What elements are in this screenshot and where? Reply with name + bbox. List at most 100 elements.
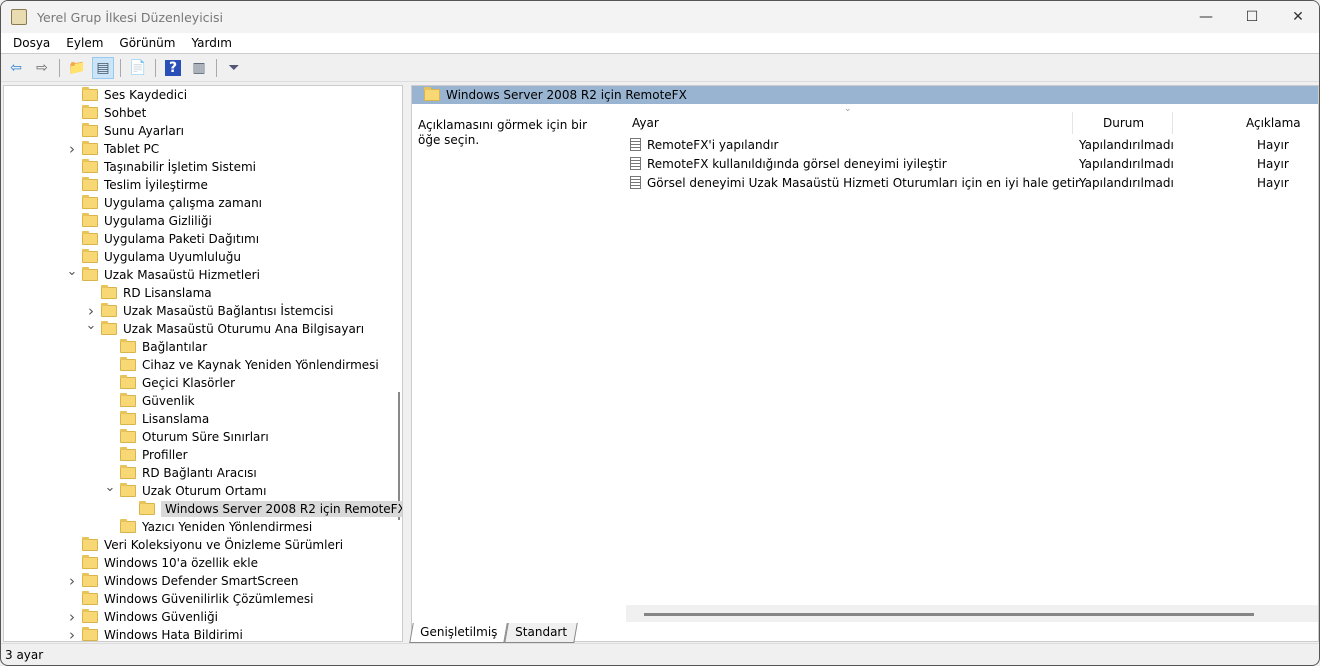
- show-hide-tree-button[interactable]: ▤: [92, 56, 114, 79]
- folder-icon: [82, 231, 98, 245]
- tree-item[interactable]: › Windows Güvenliği: [69, 608, 218, 626]
- tree-item[interactable]: Windows Server 2008 R2 için RemoteFX: [139, 500, 402, 518]
- filter-button[interactable]: ⏷: [223, 57, 245, 79]
- policy-row[interactable]: RemoteFX'i yapılandır Yapılandırılmadı Hay…: [630, 135, 1318, 154]
- close-button[interactable]: ✕: [1275, 1, 1319, 33]
- menu-view[interactable]: Görünüm: [111, 36, 183, 50]
- tree-item[interactable]: Güvenlik: [120, 392, 195, 410]
- chevron-down-icon[interactable]: ⌄: [104, 480, 116, 495]
- action-pane-icon: ▥: [192, 59, 206, 76]
- tree-item[interactable]: Profiller: [120, 446, 188, 464]
- folder-icon: [82, 627, 98, 641]
- chevron-down-icon[interactable]: ⌄: [85, 318, 97, 333]
- tree-item[interactable]: Taşınabilir İşletim Sistemi: [82, 158, 256, 176]
- folder-icon: [82, 177, 98, 191]
- tree-item-label: Windows 10'a özellik ekle: [104, 556, 258, 570]
- folder-icon: [82, 609, 98, 623]
- tree-item[interactable]: Ses Kaydedici: [82, 86, 187, 104]
- tree-item[interactable]: RD Lisanslama: [101, 284, 212, 302]
- tree-item[interactable]: Uygulama Uyumluluğu: [82, 248, 241, 266]
- chevron-right-icon[interactable]: ›: [66, 572, 78, 590]
- tab-extended[interactable]: Genişletilmiş: [409, 623, 509, 643]
- tab-standard[interactable]: Standart: [504, 623, 578, 643]
- minimize-button[interactable]: —: [1183, 1, 1229, 33]
- tree-item[interactable]: Bağlantılar: [120, 338, 207, 356]
- tree-item[interactable]: Yazıcı Yeniden Yönlendirmesi: [120, 518, 312, 536]
- show-hide-tree-icon: ▤: [96, 59, 110, 76]
- maximize-button[interactable]: ☐: [1229, 1, 1275, 33]
- forward-arrow-button[interactable]: ⇨: [31, 57, 53, 79]
- chevron-down-icon[interactable]: ⌄: [66, 264, 78, 279]
- export-list-button[interactable]: 📄: [127, 57, 149, 79]
- tree-item[interactable]: Veri Koleksiyonu ve Önizleme Sürümleri: [82, 536, 343, 554]
- folder-icon: [82, 87, 98, 101]
- folder-icon: [101, 321, 117, 335]
- tree-item[interactable]: › Windows Hata Bildirimi: [69, 626, 243, 641]
- policy-setting: RemoteFX'i yapılandır: [647, 137, 779, 152]
- tree-item[interactable]: Lisanslama: [120, 410, 209, 428]
- tree-item[interactable]: Geçici Klasörler: [120, 374, 235, 392]
- help-button[interactable]: ?: [162, 57, 184, 79]
- toolbar-separator: [155, 58, 156, 77]
- back-arrow-icon: ⇦: [10, 59, 22, 76]
- column-divider[interactable]: [1172, 112, 1173, 134]
- tree-item[interactable]: Sohbet: [82, 104, 146, 122]
- tree-item[interactable]: Sunu Ayarları: [82, 122, 184, 140]
- folder-icon: [82, 573, 98, 587]
- policy-row[interactable]: RemoteFX kullanıldığında görsel deneyimi…: [630, 154, 1318, 173]
- tree-item-label: Windows Server 2008 R2 için RemoteFX: [161, 501, 402, 517]
- policy-row[interactable]: Görsel deneyimi Uzak Masaüstü Hizmeti Ot…: [630, 173, 1318, 192]
- tree-item[interactable]: › Windows Defender SmartScreen: [69, 572, 299, 590]
- up-folder-button[interactable]: 📁: [66, 57, 88, 79]
- policy-setting-icon: [630, 138, 641, 151]
- tree-item[interactable]: ⌄ Uzak Masaüstü Oturumu Ana Bilgisayarı: [86, 318, 365, 338]
- tree-item[interactable]: › Tablet PC: [69, 140, 159, 158]
- app-icon: [11, 9, 27, 25]
- folder-icon: [139, 501, 155, 515]
- policy-comment: Hayır: [1257, 137, 1289, 152]
- back-arrow-button[interactable]: ⇦: [5, 57, 27, 79]
- toolbar-separator: [216, 58, 217, 77]
- tree-item[interactable]: Windows 10'a özellik ekle: [82, 554, 258, 572]
- tree-item[interactable]: Cihaz ve Kaynak Yeniden Yönlendirmesi: [120, 356, 379, 374]
- tree-item[interactable]: Uygulama Gizliliği: [82, 212, 212, 230]
- tree-item[interactable]: RD Bağlantı Aracısı: [120, 464, 257, 482]
- chevron-right-icon[interactable]: ›: [66, 608, 78, 626]
- folder-icon: [120, 429, 136, 443]
- policy-state: Yapılandırılmadı: [1079, 175, 1174, 190]
- tree-item[interactable]: Windows Güvenilirlik Çözümlemesi: [82, 590, 313, 608]
- folder-icon: [82, 249, 98, 263]
- tree-item-label: Veri Koleksiyonu ve Önizleme Sürümleri: [104, 538, 344, 552]
- menu-file[interactable]: Dosya: [5, 36, 58, 50]
- tree-item[interactable]: › Uzak Masaüstü Bağlantısı İstemcisi: [88, 302, 334, 320]
- tree-item[interactable]: ⌄ Uzak Masaüstü Hizmetleri: [67, 264, 260, 284]
- export-list-icon: 📄: [129, 59, 147, 76]
- tree-item[interactable]: Uygulama Paketi Dağıtımı: [82, 230, 259, 248]
- column-divider[interactable]: [1072, 112, 1073, 134]
- menu-action[interactable]: Eylem: [58, 36, 111, 50]
- tree-item[interactable]: Oturum Süre Sınırları: [120, 428, 269, 446]
- sort-chevron-icon: ⌄: [844, 104, 852, 114]
- column-comment[interactable]: Açıklama: [1246, 116, 1301, 130]
- chevron-right-icon[interactable]: ›: [66, 626, 78, 641]
- menu-help[interactable]: Yardım: [183, 36, 239, 50]
- folder-icon: [82, 267, 98, 281]
- tree-item-label: Windows Güvenliği: [104, 610, 218, 624]
- folder-icon: [120, 519, 136, 533]
- tree-item[interactable]: ⌄ Uzak Oturum Ortamı: [105, 480, 267, 500]
- column-state[interactable]: Durum: [1103, 116, 1144, 130]
- tree-item[interactable]: Uygulama çalışma zamanı: [82, 194, 262, 212]
- up-folder-icon: 📁: [68, 59, 86, 76]
- title-bar: Yerel Grup İlkesi Düzenleyicisi — ☐ ✕: [1, 1, 1319, 33]
- tree-item-label: Bağlantılar: [142, 340, 208, 354]
- policy-state: Yapılandırılmadı: [1079, 137, 1174, 152]
- horizontal-scrollbar[interactable]: [626, 605, 1318, 622]
- tree-item[interactable]: Teslim İyileştirme: [82, 176, 208, 194]
- action-pane-button[interactable]: ▥: [188, 57, 210, 79]
- chevron-right-icon[interactable]: ›: [66, 140, 78, 158]
- column-setting[interactable]: Ayar: [632, 116, 659, 130]
- folder-icon: [82, 555, 98, 569]
- details-header-title: Windows Server 2008 R2 için RemoteFX: [446, 88, 687, 102]
- scrollbar-thumb[interactable]: [644, 613, 1254, 616]
- tree-item-label: Uygulama Paketi Dağıtımı: [104, 232, 260, 246]
